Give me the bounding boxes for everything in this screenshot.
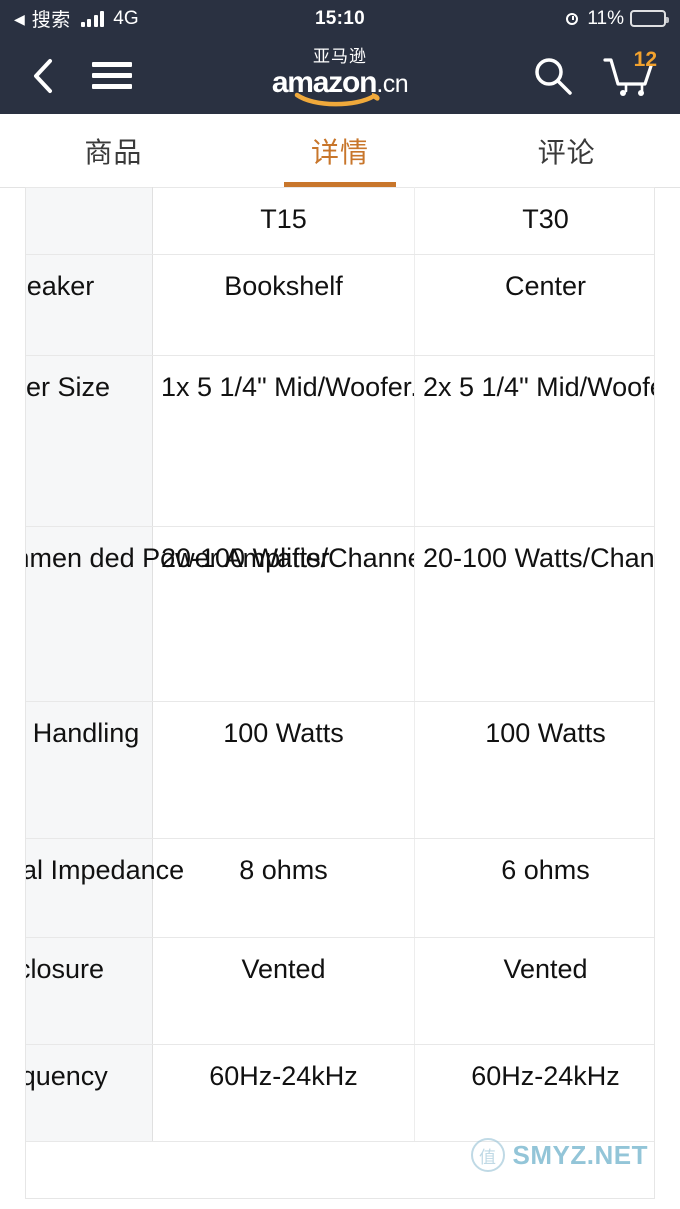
table-row: Recommen ded Power Amplifier 20-100 Watt… xyxy=(26,526,655,702)
tab-products-label: 商品 xyxy=(84,135,143,169)
spec-value-t15: 20-100 Watts/Channel xyxy=(152,526,415,702)
spec-label-cell: Enclosure xyxy=(26,937,153,1045)
tab-reviews[interactable]: 评论 xyxy=(453,114,680,187)
table-row: Driver Size 1x 5 1/4" Mid/Woofer. 1x 3/4… xyxy=(26,355,654,527)
spec-value-t15: 8 ohms xyxy=(152,838,415,938)
table-row: Power Handling 100 Watts 100 Watts xyxy=(26,701,654,839)
carrier-label: 搜索 xyxy=(31,10,71,31)
spec-value-t30: 2x 5 1/4" Mid/Woofer, 1x 1" Tweeter xyxy=(414,355,654,527)
back-button[interactable] xyxy=(26,56,60,96)
detail-tab-bar: 商品 详情 评论 xyxy=(0,114,680,188)
spec-value-t30: 60Hz-24kHz xyxy=(414,1044,654,1142)
spec-value-t30: 6 ohms xyxy=(414,838,654,938)
app-nav-bar: 亚马逊 amazon.cn 12 xyxy=(0,37,680,114)
table-row: Nominal Impedance 8 ohms 6 ohms xyxy=(26,838,654,938)
spec-value-t30-text: 20-100 Watts/Channel xyxy=(423,543,655,573)
logo-chinese-label: 亚马逊 xyxy=(313,47,367,67)
spec-label-cell: Frequency xyxy=(26,1044,153,1142)
spec-table-horizontal-scroller[interactable]: T15 T30 Speaker Bookshelf Center Driver … xyxy=(26,187,655,1142)
amazon-smile-icon xyxy=(294,93,380,107)
spec-value-t15-text: 20-100 Watts/Channel xyxy=(161,543,415,573)
spec-value-t30: T30 xyxy=(414,187,654,255)
spec-value-t15: 1x 5 1/4" Mid/Woofer. 1x 3/4" Tweeter xyxy=(152,355,415,527)
alarm-clock-icon xyxy=(565,11,581,27)
status-back-arrow-icon[interactable]: ◀ xyxy=(14,12,25,26)
spec-value-t15: T15 xyxy=(152,187,415,255)
tab-details[interactable]: 详情 xyxy=(227,114,454,187)
battery-icon xyxy=(630,10,669,27)
status-bar: ◀ 搜索 4G 15:10 11% xyxy=(0,0,680,37)
spec-value-t30-text: 2x 5 1/4" Mid/Woofer, 1x 1" Tweeter xyxy=(423,372,654,402)
nav-actions: 12 xyxy=(532,49,657,98)
specification-table: T15 T30 Speaker Bookshelf Center Driver … xyxy=(26,187,655,1142)
logo-tld-text: .cn xyxy=(376,69,409,98)
spec-value-t30: 100 Watts xyxy=(414,701,654,839)
chevron-left-icon xyxy=(34,58,52,93)
spec-label-cell: Power Handling xyxy=(26,701,153,839)
table-row: Frequency 60Hz-24kHz 60Hz-24kHz xyxy=(26,1044,654,1142)
tab-details-label: 详情 xyxy=(311,135,370,169)
table-row: Speaker Bookshelf Center xyxy=(26,254,654,356)
spec-label-cell xyxy=(26,187,153,255)
search-icon xyxy=(535,57,572,95)
tab-reviews-label: 评论 xyxy=(537,135,596,169)
status-bar-right: 11% xyxy=(565,7,669,30)
tab-products[interactable]: 商品 xyxy=(0,114,227,187)
search-button[interactable] xyxy=(532,55,574,97)
table-row: Enclosure Vented Vented xyxy=(26,937,654,1045)
spec-label-cell: Driver Size xyxy=(26,355,153,527)
hamburger-menu-icon xyxy=(92,62,132,67)
site-watermark: 值 SMYZ.NET xyxy=(470,1138,648,1172)
spec-label-cell: Speaker xyxy=(26,254,153,356)
spec-value-t30: Vented xyxy=(414,937,654,1045)
cart-count-badge: 12 xyxy=(633,47,657,71)
spec-value-t30: Center xyxy=(414,254,654,356)
logo-wordmark: amazon.cn xyxy=(271,65,409,99)
spec-value-t15: Vented xyxy=(152,937,415,1045)
spec-value-t30: 20-100 Watts/Channel xyxy=(414,526,655,702)
spec-value-t15-text: 1x 5 1/4" Mid/Woofer. 1x 3/4" Tweeter xyxy=(161,372,415,402)
battery-percent-label: 11% xyxy=(587,7,624,29)
status-bar-left: ◀ 搜索 4G xyxy=(14,5,139,32)
logo-wordmark-text: amazon xyxy=(271,65,378,99)
product-detail-page[interactable]: T15 T30 Speaker Bookshelf Center Driver … xyxy=(25,187,655,1199)
spec-label-cell: Nominal Impedance xyxy=(26,838,184,938)
cart-button[interactable]: 12 xyxy=(602,49,657,98)
spec-value-t15: 60Hz-24kHz xyxy=(152,1044,415,1142)
menu-button[interactable] xyxy=(92,56,136,96)
spec-value-t15: Bookshelf xyxy=(152,254,415,356)
table-row: T15 T30 xyxy=(26,187,654,255)
watermark-text: SMYZ.NET xyxy=(512,1139,648,1170)
spec-value-t15: 100 Watts xyxy=(152,701,415,839)
spec-label-cell: Recommen ded Power Amplifier xyxy=(26,526,330,702)
watermark-badge-icon: 值 xyxy=(470,1138,505,1172)
network-type-label: 4G xyxy=(113,7,139,29)
signal-strength-icon xyxy=(80,10,105,27)
